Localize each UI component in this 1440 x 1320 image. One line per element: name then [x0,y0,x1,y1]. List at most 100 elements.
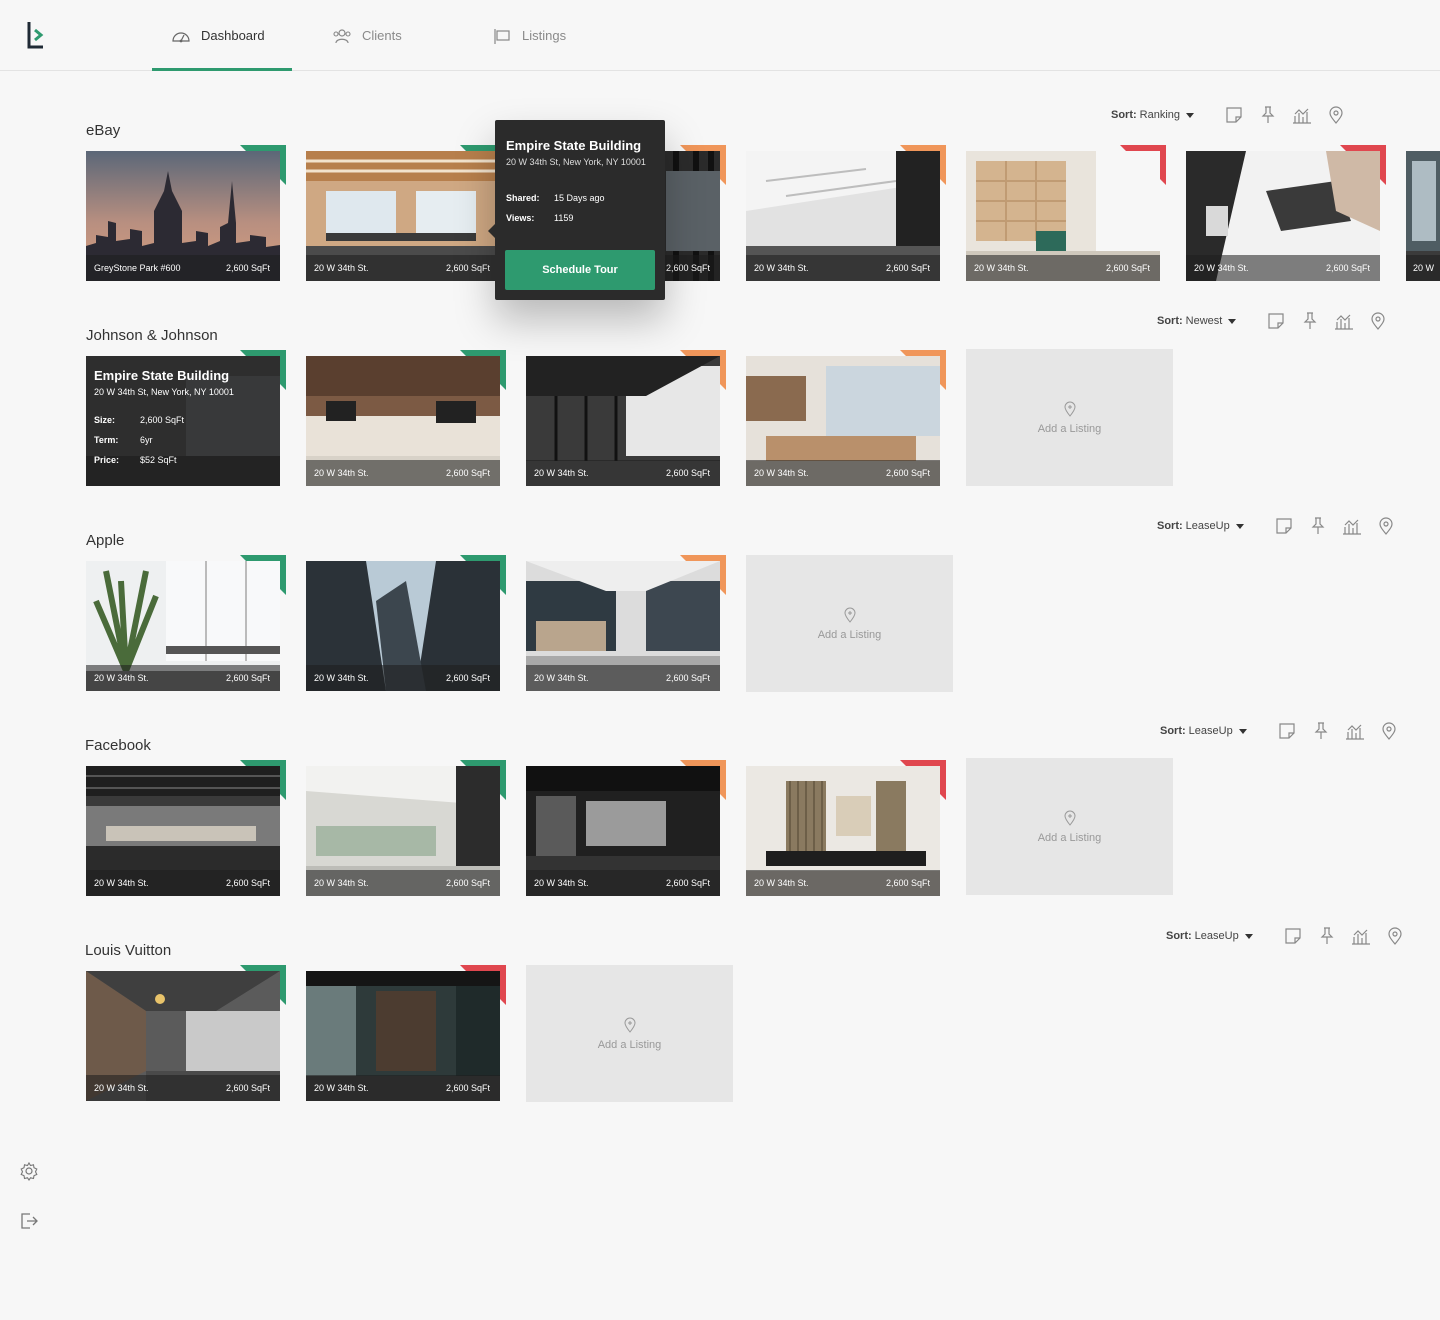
listing-card[interactable]: 20 W 34th St. 2,600 SqFt [1186,145,1386,281]
listing-card[interactable]: GreyStone Park #600 2,600 SqFt [86,145,286,281]
listing-size: 2,600 SqFt [665,673,710,683]
listing-address: 20 W 34th St. [974,263,1029,273]
users-icon [333,28,351,43]
section-toolbar: Sort: Newest [1157,311,1402,331]
sort-label: Sort: [1157,520,1183,532]
note-icon[interactable] [1283,926,1303,946]
listing-card[interactable]: 20 W 34th St. 2,600 SqFt [526,350,726,486]
sort-dropdown[interactable]: Sort: LeaseUp [1157,520,1244,532]
listing-address: 20 W 34th St. [94,1083,149,1093]
listing-card[interactable]: 20 W 34th St. 2,600 SqFt [306,350,506,486]
pin-icon[interactable] [1300,311,1320,331]
listing-card[interactable]: 20 W 34th St. 2,600 SqFt [86,555,286,691]
listing-card[interactable]: 20 W 34th St. 2,600 SqFt [966,145,1166,281]
map-pin-icon[interactable] [1326,105,1346,125]
pin-icon[interactable] [1258,105,1278,125]
analytics-icon[interactable] [1345,721,1365,741]
note-icon[interactable] [1224,105,1244,125]
listing-card[interactable]: 20 W 34th St. 2,600 SqFt [526,760,726,896]
status-tag-green [460,555,506,595]
map-pin-add-icon [1063,810,1076,826]
listing-card[interactable]: 20 W 34th St. 2,600 SqFt [306,555,506,691]
listing-caption: 20 W 34th St. 2,600 SqFt [1186,255,1380,281]
add-listing-button[interactable]: Add a Listing [966,758,1173,895]
pin-icon[interactable] [1311,721,1331,741]
listing-card[interactable]: 20 W 34th St. 2,600 SqFt [86,760,286,896]
map-pin-icon[interactable] [1379,721,1399,741]
caret-down-icon [1228,318,1237,324]
listing-caption: 20 W 34th St. 2,600 SqFt [746,460,940,486]
add-listing-button[interactable]: Add a Listing [746,555,953,692]
section-toolbar: Sort: LeaseUp [1166,926,1419,946]
listing-address: 20 W 34th St. [314,1083,369,1093]
map-pin-add-icon [843,607,856,623]
schedule-tour-button[interactable]: Schedule Tour [505,250,655,290]
listing-address: 20 W 34th St. [534,468,589,478]
tab-listings[interactable]: Listings [492,0,566,71]
tab-listings-label: Listings [522,28,567,43]
listing-card[interactable]: 20 W 34th St. 2,600 SqFt [86,965,286,1101]
listing-address: 20 W 34th St. [754,263,809,273]
add-listing-button[interactable]: Add a Listing [966,349,1173,486]
sort-label: Sort: [1157,315,1183,327]
status-tag-green [240,350,286,390]
listing-size: 2,600 SqFt [225,878,270,888]
analytics-icon[interactable] [1334,311,1354,331]
listing-size: 2,600 SqFt [665,878,710,888]
active-tab-indicator [152,68,292,71]
sort-dropdown[interactable]: Sort: Ranking [1111,109,1195,121]
listing-card[interactable]: 20 W 34th St. 2,600 SqFt [306,145,506,281]
tab-dashboard[interactable]: Dashboard [171,0,265,71]
status-tag-red [1120,145,1166,185]
status-tag-green [240,145,286,185]
status-tag-red [1340,145,1386,185]
listing-card[interactable]: 20 W 34th St. 2,600 SqFt [306,965,506,1101]
sort-value: LeaseUp [1194,930,1239,942]
term-value: 6yr [140,435,153,445]
brand-logo[interactable] [26,20,50,50]
analytics-icon[interactable] [1351,926,1371,946]
listing-size: 2,600 SqFt [1325,263,1370,273]
status-tag-orange [680,145,726,185]
analytics-icon[interactable] [1292,105,1312,125]
listing-card[interactable]: Empire State Building 20 W 34th St, New … [86,350,286,486]
sort-dropdown[interactable]: Sort: LeaseUp [1166,930,1253,942]
status-tag-green [240,555,286,595]
listing-card[interactable]: 20 W 34th St. 2,600 SqFt [746,145,946,281]
logout-icon[interactable] [19,1211,39,1231]
map-pin-icon[interactable] [1376,516,1396,536]
analytics-icon[interactable] [1342,516,1362,536]
listing-card[interactable]: 20 W 34th St. 2,600 SqFt [746,350,946,486]
pin-icon[interactable] [1317,926,1337,946]
tooltip-title: Empire State Building [506,138,642,153]
sort-value: Ranking [1139,109,1181,121]
listing-address: 20 W 34th St. [94,878,149,888]
sort-value: LeaseUp [1188,725,1233,737]
listing-card[interactable]: 20 W 34th St. 2,600 SqFt [306,760,506,896]
settings-gear-icon[interactable] [19,1161,39,1181]
sort-dropdown[interactable]: Sort: LeaseUp [1160,725,1247,737]
map-pin-icon[interactable] [1368,311,1388,331]
sort-dropdown[interactable]: Sort: Newest [1157,315,1237,327]
status-tag-orange [680,350,726,390]
add-listing-button[interactable]: Add a Listing [526,965,733,1102]
map-pin-icon[interactable] [1385,926,1405,946]
note-icon[interactable] [1274,516,1294,536]
note-icon[interactable] [1266,311,1286,331]
tab-clients[interactable]: Clients [332,0,402,71]
listing-size: 2,600 SqFt [225,1083,270,1093]
listing-card[interactable]: 20 W 34th St. 2,600 SqFt [746,760,946,896]
status-tag-red [900,760,946,800]
listing-address: GreyStone Park #600 [94,263,181,273]
note-icon[interactable] [1277,721,1297,741]
sort-label: Sort: [1166,930,1192,942]
caret-down-icon [1244,933,1253,939]
listing-address: 20 W 34th St. [534,673,589,683]
listing-card[interactable]: 20 W [1406,151,1440,281]
pin-icon[interactable] [1308,516,1328,536]
listing-caption: 20 W 34th St. 2,600 SqFt [306,870,500,896]
price-value: $52 SqFt [140,455,177,465]
status-tag-orange [900,145,946,185]
listing-card[interactable]: 20 W 34th St. 2,600 SqFt [526,555,726,691]
listing-size: 2,600 SqFt [445,1083,490,1093]
